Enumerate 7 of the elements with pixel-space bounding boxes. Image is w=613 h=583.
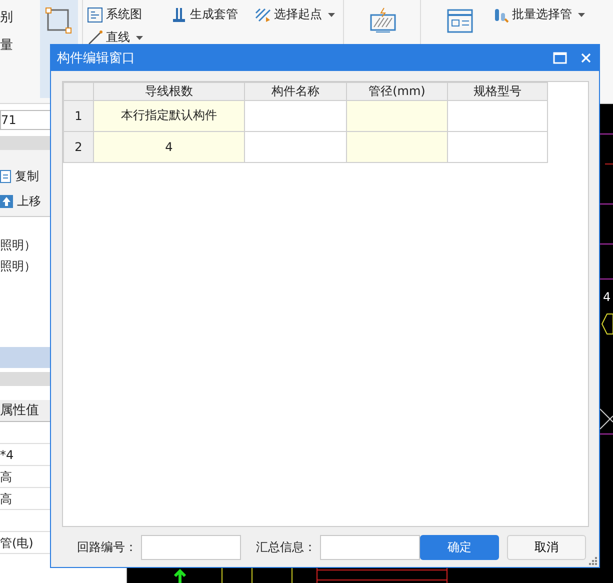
ribbon-label: 别 xyxy=(0,9,14,26)
row-number: 1 xyxy=(64,100,94,132)
row-number: 2 xyxy=(64,131,94,162)
window-title: 构件编辑窗口 xyxy=(57,50,136,67)
ribbon-label: 量 xyxy=(0,37,14,54)
field-label: 汇总信息： xyxy=(256,538,316,556)
dimension-label: 4 xyxy=(603,290,611,304)
